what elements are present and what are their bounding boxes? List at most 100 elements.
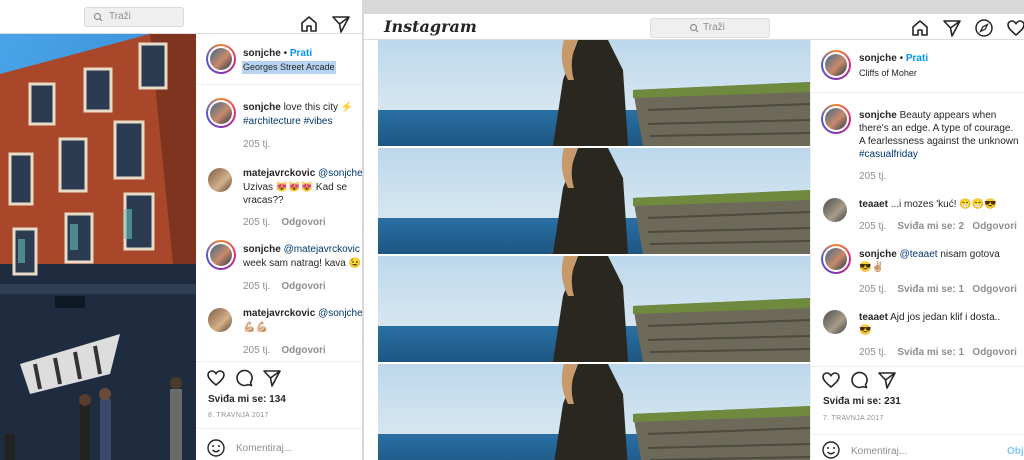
comment-likes[interactable]: Sviđa mi se: 1	[897, 347, 964, 358]
post-photo-building[interactable]	[0, 34, 196, 460]
activity-heart-icon[interactable]	[1006, 18, 1024, 38]
comment-bubble-icon[interactable]	[234, 368, 254, 388]
comment-box-divider	[196, 428, 362, 429]
avatar[interactable]	[208, 308, 232, 332]
comment-text: week sam natrag! kava 😉	[243, 258, 362, 269]
reply-button[interactable]: Odgovori	[281, 281, 325, 292]
caption-hashtag[interactable]: #casualfriday	[859, 148, 918, 161]
comment-item: sonjche @matejavrckovic	[243, 243, 360, 256]
comment-username[interactable]: sonjche	[243, 244, 281, 255]
post-date: 7. TRAVNJA 2017	[823, 415, 884, 422]
reply-button[interactable]: Odgovori	[281, 217, 325, 228]
emoji-icon[interactable]	[821, 440, 841, 460]
comment-mention[interactable]: @matejavrckovic	[284, 244, 360, 255]
post-header: sonjche • Prati	[859, 52, 928, 65]
search-icon	[689, 19, 701, 37]
caption: sonjche Beauty appears when	[859, 109, 996, 122]
comment-box-divider	[811, 434, 1024, 435]
location-link[interactable]: Cliffs of Moher	[859, 67, 917, 80]
username-link[interactable]: sonjche	[859, 53, 897, 64]
instagram-logo[interactable]: Instagram	[384, 17, 477, 36]
comment-item: teaaet ...i mozes 'kuć! 😁😁😎	[859, 198, 997, 211]
caption-username[interactable]: sonjche	[859, 110, 897, 121]
comment-username[interactable]: matejavrckovic	[243, 308, 315, 319]
comment-text: 😎	[859, 325, 872, 336]
comment-username[interactable]: sonjche	[859, 249, 897, 260]
comment-meta: 205 tj. Sviđa mi se: 1 Odgovori	[859, 346, 1017, 359]
post-photo-cliffs[interactable]	[378, 40, 810, 460]
right-search-input[interactable]: Traži	[650, 18, 770, 38]
caption: sonjche love this city ⚡	[243, 101, 353, 114]
share-icon[interactable]	[877, 370, 897, 390]
emoji-icon[interactable]	[206, 438, 226, 458]
caption-text: A fearlessness against the unknown	[859, 136, 1019, 147]
comment-likes[interactable]: Sviđa mi se: 2	[897, 221, 964, 232]
explore-compass-icon[interactable]	[974, 18, 994, 38]
left-comments-panel: sonjche • Prati Georges Street Arcade so…	[196, 34, 362, 460]
comment-time: 205 tj.	[243, 217, 271, 228]
username-link[interactable]: sonjche	[243, 48, 281, 59]
comment-mention[interactable]: @teaaet	[900, 249, 938, 260]
comment-likes[interactable]: Sviđa mi se: 1	[897, 284, 964, 295]
likes-count[interactable]: Sviđa mi se: 231	[823, 395, 901, 408]
comment-time: 205 tj.	[859, 221, 887, 232]
caption-time: 205 tj.	[243, 139, 271, 150]
post-date: 8. TRAVNJA 2017	[208, 412, 269, 419]
reply-button[interactable]: Odgovori	[972, 221, 1016, 232]
home-icon[interactable]	[299, 14, 319, 34]
comment-mention[interactable]: @sonjche	[318, 308, 362, 319]
comment-time: 205 tj.	[243, 345, 271, 356]
comment-meta: 205 tj. Odgovori	[243, 216, 326, 229]
comment-text: 😎✌🏼	[859, 262, 884, 273]
comment-bubble-icon[interactable]	[849, 370, 869, 390]
avatar[interactable]	[821, 50, 851, 80]
reply-button[interactable]: Odgovori	[972, 284, 1016, 295]
reply-button[interactable]: Odgovori	[281, 345, 325, 356]
comment-username[interactable]: matejavrckovic	[243, 168, 315, 179]
like-heart-icon[interactable]	[206, 368, 226, 388]
comment-input[interactable]: Komentiraj...	[236, 442, 292, 455]
left-search-input[interactable]: Traži	[84, 7, 184, 27]
location-link[interactable]: Georges Street Arcade	[242, 61, 336, 74]
share-icon[interactable]	[262, 368, 282, 388]
follow-button[interactable]: Prati	[906, 53, 928, 64]
search-placeholder: Traži	[109, 11, 131, 22]
comment-item: sonjche @teaaet nisam gotova	[859, 248, 1000, 261]
chevron-left-icon[interactable]	[362, 222, 376, 248]
comment-username[interactable]: teaaet	[859, 312, 888, 323]
caption-text: there's an edge. A type of courage.	[859, 123, 1014, 134]
left-post-window: Traži sonjche • Prati Georges Street Arc…	[0, 0, 362, 460]
like-heart-icon[interactable]	[821, 370, 841, 390]
avatar[interactable]	[206, 98, 236, 128]
avatar[interactable]	[206, 240, 236, 270]
follow-button[interactable]: Prati	[290, 48, 312, 59]
separator-dot: •	[899, 53, 904, 64]
publish-button[interactable]: Obj	[1007, 445, 1024, 458]
avatar[interactable]	[208, 168, 232, 192]
comment-mention[interactable]: @sonjche	[318, 168, 362, 179]
avatar[interactable]	[823, 198, 847, 222]
right-top-nav: Instagram Traži	[364, 14, 1024, 40]
direct-message-icon[interactable]	[331, 14, 351, 34]
comment-username[interactable]: teaaet	[859, 199, 888, 210]
comment-text: Uzivas 😻😻😻 Kad se	[243, 182, 348, 193]
comment-input[interactable]: Komentiraj...	[851, 445, 907, 458]
comment-time: 205 tj.	[243, 281, 271, 292]
avatar[interactable]	[823, 310, 847, 334]
header-divider	[196, 84, 362, 85]
comment-time: 205 tj.	[859, 284, 887, 295]
avatar[interactable]	[821, 244, 851, 274]
direct-message-icon[interactable]	[942, 18, 962, 38]
reply-button[interactable]: Odgovori	[972, 347, 1016, 358]
comment-item: matejavrckovic @sonjche	[243, 167, 362, 180]
avatar[interactable]	[206, 44, 236, 74]
avatar[interactable]	[821, 104, 851, 134]
caption-username[interactable]: sonjche	[243, 102, 281, 113]
comment-item: teaaet Ajd jos jedan klif i dosta..	[859, 311, 1000, 324]
comment-text: 💪🏼💪🏼	[243, 322, 268, 333]
likes-count[interactable]: Sviđa mi se: 134	[208, 393, 286, 406]
actions-divider	[196, 361, 362, 362]
comment-meta: 205 tj. Sviđa mi se: 1 Odgovori	[859, 283, 1017, 296]
home-icon[interactable]	[910, 18, 930, 38]
caption-hashtags[interactable]: #architecture #vibes	[243, 115, 333, 128]
